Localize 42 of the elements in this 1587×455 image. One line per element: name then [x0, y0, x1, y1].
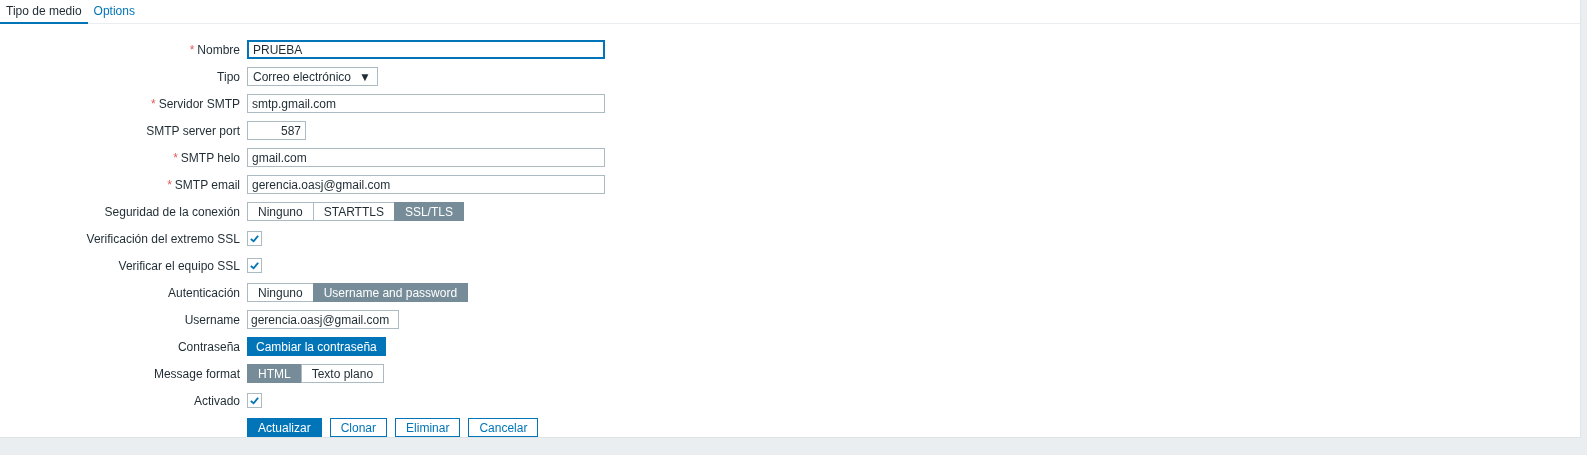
field-label: Contraseña	[177, 338, 240, 356]
form-button[interactable]: Cancelar	[468, 418, 539, 437]
text-field[interactable]: gerencia.oasj@gmail.com	[247, 175, 605, 194]
tab[interactable]: Options	[87, 0, 141, 24]
form-button[interactable]: Eliminar	[395, 418, 461, 437]
text-field[interactable]: gerencia.oasj@gmail.com	[247, 310, 399, 329]
checkbox[interactable]	[247, 231, 262, 246]
segment-option[interactable]: Ninguno	[247, 283, 314, 302]
required-mark: *	[167, 176, 172, 194]
form-button[interactable]: Actualizar	[247, 418, 322, 437]
number-field[interactable]: 587	[247, 121, 306, 140]
check-icon	[249, 233, 260, 244]
segment-option[interactable]: Ninguno	[247, 202, 314, 221]
field-label: SMTP email	[174, 176, 240, 194]
required-mark: *	[173, 149, 178, 167]
tab[interactable]: Tipo de medio	[0, 0, 88, 24]
segment-option[interactable]: Texto plano	[300, 364, 385, 383]
field-label: Tipo	[217, 68, 240, 86]
change-password-button[interactable]: Cambiar la contraseña	[247, 337, 386, 356]
type-dropdown[interactable]: Correo electrónico ▼	[247, 67, 378, 86]
field-label: Autenticación	[167, 284, 240, 302]
field-label: Activado	[193, 392, 240, 410]
checkbox[interactable]	[247, 258, 262, 273]
form-button[interactable]: Clonar	[329, 418, 388, 437]
segment-option[interactable]: STARTTLS	[312, 202, 395, 221]
field-label: Servidor SMTP	[158, 95, 240, 113]
field-label: SMTP helo	[180, 149, 240, 167]
check-icon	[249, 260, 260, 271]
checkbox[interactable]	[247, 393, 262, 408]
field-label: SMTP server port	[146, 122, 240, 140]
text-field[interactable]: PRUEBA	[247, 40, 605, 59]
field-label: Verificación del extremo SSL	[86, 230, 240, 248]
field-label: Message format	[153, 365, 240, 383]
check-icon	[249, 395, 260, 406]
field-label: Username	[184, 311, 240, 329]
required-mark: *	[189, 41, 195, 59]
text-field[interactable]: smtp.gmail.com	[247, 94, 605, 113]
text-field[interactable]: gmail.com	[247, 148, 605, 167]
required-mark: *	[150, 95, 156, 113]
field-label: Nombre	[197, 41, 240, 59]
field-label: Seguridad de la conexión	[104, 203, 240, 221]
field-label: Verificar el equipo SSL	[118, 257, 240, 275]
